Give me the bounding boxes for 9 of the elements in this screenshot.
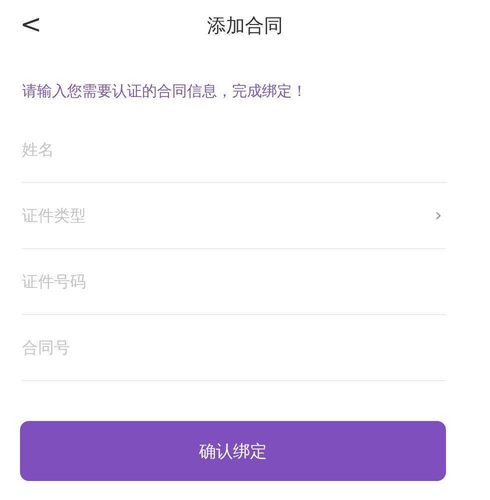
input-field[interactable]: 姓名 [22, 130, 446, 170]
chevron-icon: › [430, 205, 446, 226]
select-field[interactable]: 证件类型 [22, 196, 431, 236]
page-title: 添加合同 [207, 14, 283, 39]
input-field[interactable]: 证件号码 [22, 262, 446, 302]
back-button[interactable]: < [14, 8, 48, 42]
confirm-button[interactable]: 确认绑定 [20, 421, 446, 481]
input-field[interactable]: 合同号 [22, 328, 446, 368]
intro-text: 请输入您需要认证的合同信息，完成绑定！ [22, 82, 308, 101]
